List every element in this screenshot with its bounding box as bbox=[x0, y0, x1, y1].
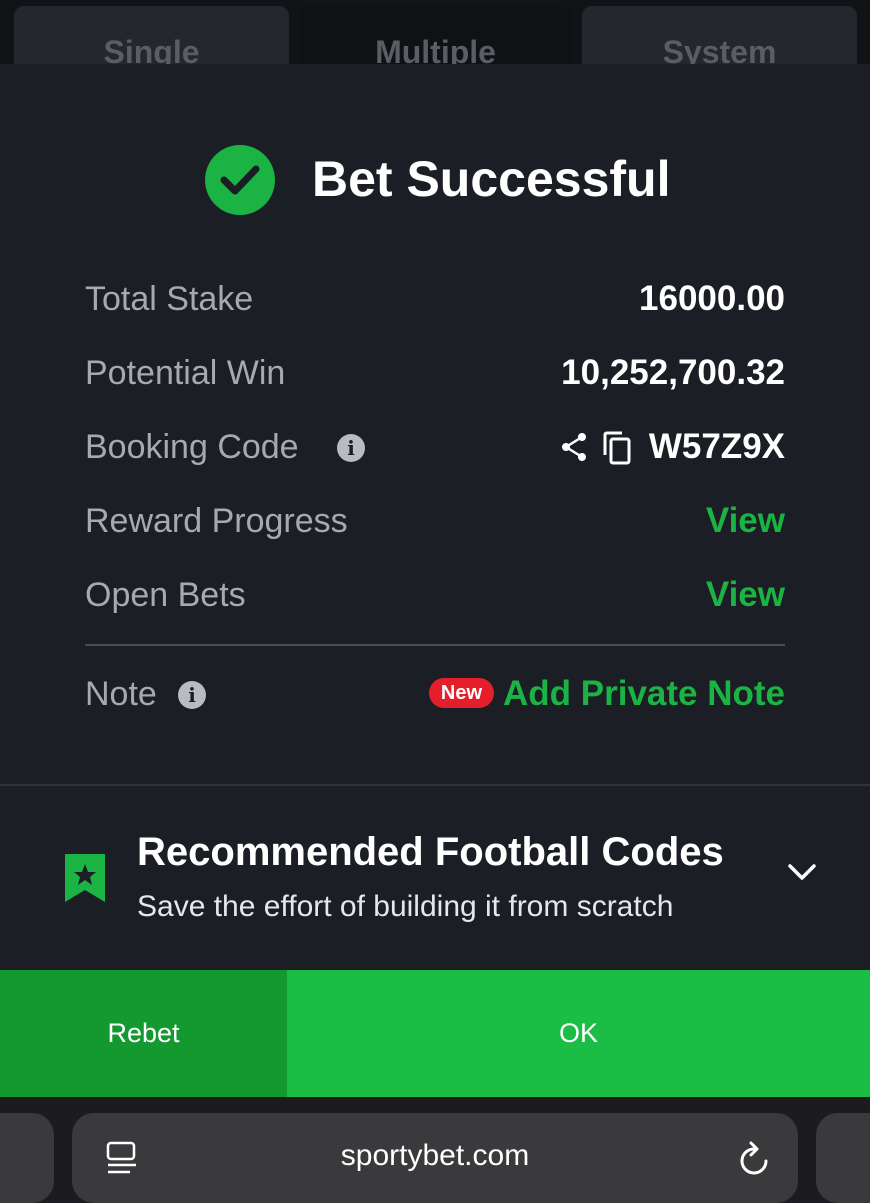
new-badge: New bbox=[428, 678, 494, 708]
address-bar[interactable]: sportybet.com bbox=[72, 1113, 798, 1203]
reload-icon[interactable] bbox=[738, 1141, 772, 1182]
next-tab-pill[interactable] bbox=[816, 1113, 870, 1203]
recommended-codes-section[interactable]: Recommended Football Codes Save the effo… bbox=[0, 786, 870, 970]
check-circle-icon bbox=[205, 145, 275, 215]
reward-progress-view-link[interactable]: View bbox=[706, 496, 785, 546]
previous-tab-pill[interactable] bbox=[0, 1113, 54, 1203]
bet-success-sheet: Bet Successful Total Stake 16000.00 Pote… bbox=[0, 64, 870, 970]
booking-code-row: Booking Code i W57Z9X bbox=[85, 422, 785, 472]
page-title: Bet Successful bbox=[312, 151, 671, 207]
reward-progress-row: Reward Progress View bbox=[85, 496, 785, 546]
add-private-note-link[interactable]: Add Private Note bbox=[503, 669, 785, 719]
reward-progress-label: Reward Progress bbox=[85, 502, 348, 540]
info-icon[interactable]: i bbox=[337, 434, 365, 462]
chevron-down-icon[interactable] bbox=[786, 862, 818, 887]
open-bets-row: Open Bets View bbox=[85, 570, 785, 620]
copy-icon[interactable] bbox=[602, 431, 632, 470]
share-icon[interactable] bbox=[559, 431, 589, 468]
potential-win-row: Potential Win 10,252,700.32 bbox=[85, 348, 785, 398]
note-info-icon[interactable]: i bbox=[178, 681, 206, 709]
divider bbox=[85, 644, 785, 646]
note-label: Note bbox=[85, 675, 157, 713]
recommended-subtitle: Save the effort of building it from scra… bbox=[137, 890, 674, 923]
note-row: Note i New Add Private Note bbox=[85, 669, 785, 719]
total-stake-value: 16000.00 bbox=[639, 279, 785, 318]
rebet-button[interactable]: Rebet bbox=[0, 970, 287, 1097]
bookmark-star-icon bbox=[63, 852, 107, 909]
potential-win-label: Potential Win bbox=[85, 354, 286, 392]
total-stake-label: Total Stake bbox=[85, 280, 254, 318]
bet-type-tabs: Single Multiple System bbox=[0, 0, 870, 76]
total-stake-row: Total Stake 16000.00 bbox=[85, 274, 785, 324]
open-bets-label: Open Bets bbox=[85, 576, 246, 614]
url-text: sportybet.com bbox=[340, 1139, 530, 1172]
open-bets-view-link[interactable]: View bbox=[706, 570, 785, 620]
browser-toolbar: sportybet.com bbox=[0, 1097, 870, 1203]
booking-code-label: Booking Code bbox=[85, 428, 299, 466]
booking-code-value[interactable]: W57Z9X bbox=[649, 422, 785, 472]
ok-button[interactable]: OK bbox=[287, 970, 870, 1097]
success-header: Bet Successful bbox=[0, 140, 870, 220]
potential-win-value: 10,252,700.32 bbox=[561, 353, 785, 392]
recommended-title: Recommended Football Codes bbox=[137, 830, 724, 874]
